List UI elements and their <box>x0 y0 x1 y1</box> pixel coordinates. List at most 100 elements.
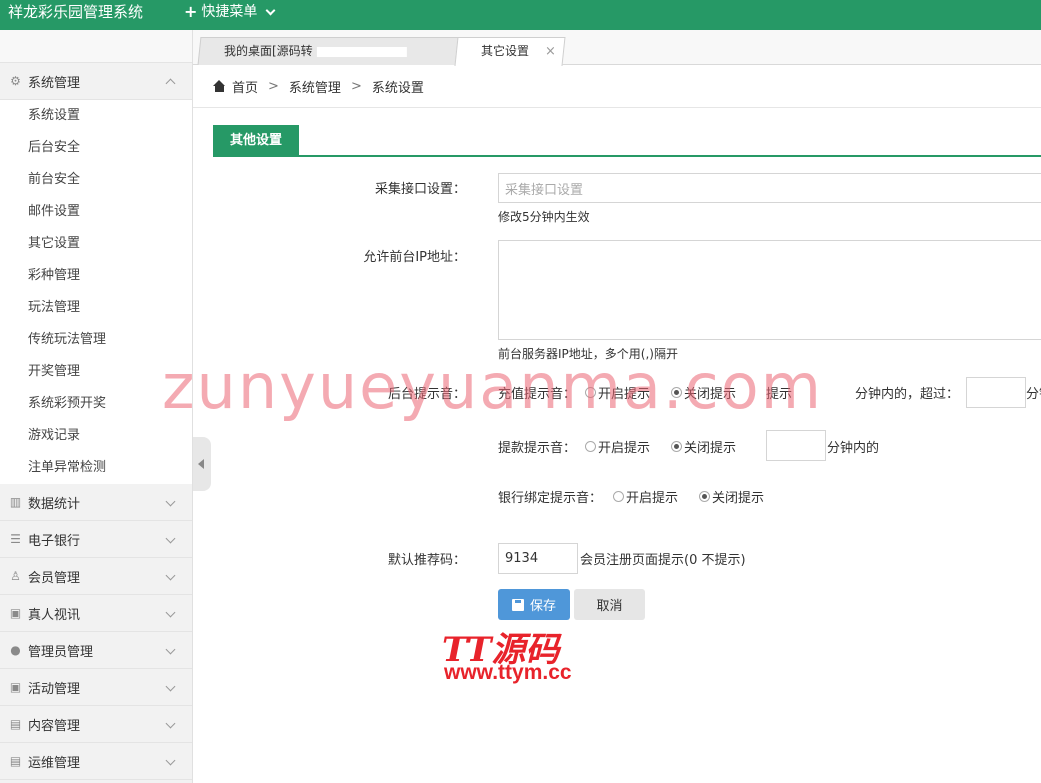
withdraw-off-radio[interactable]: 关闭提示 <box>671 437 736 456</box>
chevron-down-icon <box>165 718 176 729</box>
gear-icon: ⚙ <box>10 74 21 88</box>
sidebar-item[interactable]: 后台安全 <box>0 132 192 164</box>
breadcrumb-level1[interactable]: 系统管理 <box>289 77 341 96</box>
withdraw-sound-label: 提款提示音： <box>498 441 577 456</box>
document-icon: ▤ <box>9 754 22 768</box>
radio-checked-icon <box>699 491 710 502</box>
watermark-text: zunyueyuanma.com <box>162 350 824 423</box>
sidebar-item[interactable]: 彩种管理 <box>0 260 192 292</box>
quick-menu-button[interactable]: + 快捷菜单 <box>184 2 276 22</box>
chevron-down-icon <box>165 644 176 655</box>
bank-sound-label: 银行绑定提示音： <box>498 491 603 506</box>
sidebar-group-stats[interactable]: ▥ 数据统计 <box>0 484 192 521</box>
radio-label: 开启提示 <box>598 441 651 456</box>
quick-menu-label: 快捷菜单 <box>201 4 258 20</box>
collect-interface-input[interactable]: 采集接口设置 <box>498 173 1041 203</box>
bank-on-radio[interactable]: 开启提示 <box>613 487 678 506</box>
breadcrumb-level2: 系统设置 <box>371 80 424 96</box>
save-button[interactable]: 保存 <box>498 589 570 620</box>
app-title: 祥龙彩乐园管理系统 <box>8 3 144 21</box>
sidebar-spacer <box>0 30 192 63</box>
save-label: 保存 <box>529 599 556 614</box>
tab-desktop[interactable]: 我的桌面[源码转 <box>197 37 459 65</box>
chevron-down-icon <box>165 570 176 581</box>
sidebar-group-label: 运维管理 <box>28 755 81 771</box>
sidebar-group-label: 会员管理 <box>28 570 81 586</box>
chevron-down-icon <box>165 607 176 618</box>
breadcrumb: 首页 > 系统管理 > 系统设置 <box>213 76 424 96</box>
radio-icon <box>585 441 596 452</box>
sidebar-group-label: 系统管理 <box>28 75 81 91</box>
list-icon: ☰ <box>10 532 21 546</box>
redaction-block <box>316 46 407 57</box>
chevron-down-icon <box>165 681 176 692</box>
recharge-unit-text: 分钟 <box>1026 387 1041 402</box>
sidebar-group-label: 真人视讯 <box>28 607 81 623</box>
home-icon <box>213 80 226 92</box>
sidebar-group-admins[interactable]: ● 管理员管理 <box>0 632 192 669</box>
admin-user-icon: ● <box>10 643 21 657</box>
withdraw-minutes-text: 分钟内的 <box>827 441 880 456</box>
recharge-over-minutes-input[interactable] <box>966 377 1026 408</box>
tab-label: 其它设置 <box>481 44 530 58</box>
sidebar-item[interactable]: 游戏记录 <box>0 420 192 452</box>
breadcrumb-home[interactable]: 首页 <box>232 77 258 96</box>
divider <box>193 107 1041 108</box>
radio-icon <box>613 491 624 502</box>
sidebar-item[interactable]: 玩法管理 <box>0 292 192 324</box>
save-icon <box>511 598 524 611</box>
bar-chart-icon: ▥ <box>9 495 22 509</box>
ip-address-textarea[interactable] <box>498 240 1041 340</box>
sidebar-item[interactable]: 前台安全 <box>0 164 192 196</box>
section-title: 其他设置 <box>213 125 299 156</box>
sidebar-group-content[interactable]: ▤ 内容管理 <box>0 706 192 743</box>
chevron-down-icon <box>165 496 176 507</box>
chevron-down-icon <box>165 755 176 766</box>
bank-off-radio[interactable]: 关闭提示 <box>699 487 764 506</box>
sidebar-group-members[interactable]: ♙ 会员管理 <box>0 558 192 595</box>
withdraw-on-radio[interactable]: 开启提示 <box>585 437 650 456</box>
recharge-minutes-text: 分钟内的，超过： <box>855 387 960 402</box>
referral-code-input[interactable]: 9134 <box>498 543 578 574</box>
chevron-down-icon <box>165 533 176 544</box>
sidebar-group-label: 数据统计 <box>28 496 81 512</box>
sidebar-item[interactable]: 注单异常检测 <box>0 452 192 484</box>
collect-interface-help: 修改5分钟内生效 <box>498 210 590 224</box>
document-icon: ▤ <box>9 717 22 731</box>
sidebar-group-label: 管理员管理 <box>28 644 94 660</box>
sidebar-group-ebank[interactable]: ☰ 电子银行 <box>0 521 192 558</box>
close-icon[interactable]: × <box>545 38 556 65</box>
ip-address-label: 允许前台IP地址： <box>363 250 466 265</box>
sidebar-group-live[interactable]: ▣ 真人视讯 <box>0 595 192 632</box>
watermark-logo-url: www.ttym.cc <box>444 661 572 684</box>
referral-help: 会员注册页面提示(0 不提示) <box>580 553 746 568</box>
top-bar: 祥龙彩乐园管理系统 + 快捷菜单 <box>0 0 1041 30</box>
breadcrumb-separator: > <box>350 78 362 94</box>
cancel-button[interactable]: 取消 <box>574 589 645 620</box>
radio-label: 开启提示 <box>626 491 679 506</box>
sidebar-collapse-handle[interactable] <box>193 437 211 491</box>
sidebar-group-activities[interactable]: ▣ 活动管理 <box>0 669 192 706</box>
tab-other-settings[interactable]: 其它设置 × <box>454 37 566 66</box>
collect-interface-label: 采集接口设置： <box>374 182 466 197</box>
sidebar-submenu-system: 系统设置 后台安全 前台安全 邮件设置 其它设置 彩种管理 玩法管理 传统玩法管… <box>0 100 192 484</box>
chevron-up-icon <box>165 78 176 89</box>
breadcrumb-separator: > <box>268 78 279 94</box>
radio-checked-icon <box>671 441 682 452</box>
user-icon: ♙ <box>10 569 21 583</box>
sidebar-group-ops[interactable]: ▤ 运维管理 <box>0 743 192 780</box>
tab-label: 我的桌面[源码转 <box>223 44 313 58</box>
sidebar-item[interactable]: 邮件设置 <box>0 196 192 228</box>
sidebar-item[interactable]: 其它设置 <box>0 228 192 260</box>
gift-icon: ▣ <box>9 606 22 620</box>
sidebar-group-label: 电子银行 <box>28 533 81 549</box>
withdraw-minutes-input[interactable] <box>766 430 826 461</box>
chevron-down-icon <box>265 5 276 15</box>
plus-icon: + <box>184 2 198 21</box>
sidebar-group-label: 内容管理 <box>28 718 81 734</box>
sidebar-group-system[interactable]: ⚙ 系统管理 <box>0 63 192 100</box>
section-underline <box>213 155 1041 157</box>
sidebar-item[interactable]: 系统设置 <box>0 100 192 132</box>
gift-icon: ▣ <box>9 680 22 694</box>
sidebar-group-label: 活动管理 <box>28 681 81 697</box>
